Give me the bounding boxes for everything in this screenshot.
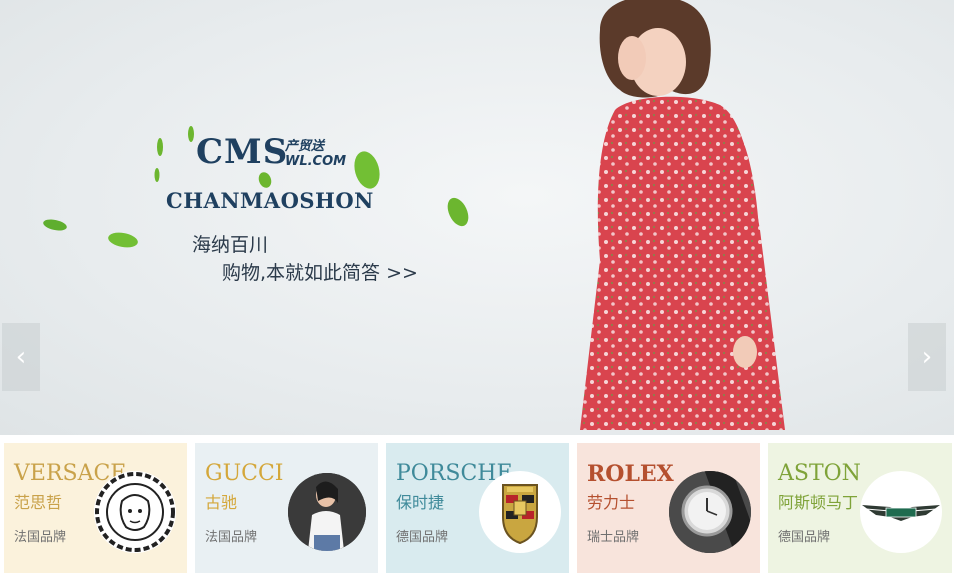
porsche-crest-icon [479,471,561,553]
brand-name-cn: 古驰 [205,493,238,512]
chevron-right-icon: › [921,342,933,372]
next-slide-button[interactable]: › [908,323,946,391]
brand-origin: 德国品牌 [778,530,831,545]
brand-card[interactable]: PORSCHE 保时捷 德国品牌 [386,443,569,573]
brand-card[interactable]: ASTON 阿斯顿马丁 德国品牌 [768,443,952,573]
leaf-decoration [154,168,160,182]
model-photo-icon [288,473,366,551]
brand-name-en: GUCCI [205,461,284,486]
brand-name-cn: 阿斯顿马丁 [778,493,859,512]
brand-card[interactable]: VERSACE 范思哲 法国品牌 [4,443,187,573]
leaf-decoration [447,197,469,227]
leaf-decoration [258,172,272,188]
leaf-decoration [157,138,163,156]
brand-origin: 法国品牌 [14,530,67,545]
brand-name-cn: 劳力士 [587,493,636,512]
brand-origin: 德国品牌 [396,530,449,545]
brand-mark: CMS [196,132,289,172]
medusa-logo-icon [94,471,176,553]
brand-sub: 产贸送 WL.COM [285,139,346,169]
chevron-left-icon: ‹ [15,342,27,372]
brand-sub-domain: WL.COM [285,154,347,169]
brand-name-cn: 保时捷 [396,493,445,512]
brand-card[interactable]: ROLEX 劳力士 瑞士品牌 [577,443,760,573]
prev-slide-button[interactable]: ‹ [2,323,40,391]
slogan-link[interactable]: 购物,本就如此简答 >> [222,258,418,285]
brand-sub-cn: 产贸送 [285,139,325,154]
leaf-decoration [43,219,67,231]
brand-origin: 瑞士品牌 [587,530,640,545]
leaf-decoration [354,151,380,189]
brand-card[interactable]: GUCCI 古驰 法国品牌 [195,443,378,573]
hero-banner[interactable]: CMS 产贸送 WL.COM CHANMAOSHON 海纳百川 购物,本就如此简… [0,0,954,435]
brand-origin: 法国品牌 [205,530,258,545]
brand-name-cn: 范思哲 [14,493,63,512]
aston-martin-wings-icon [860,471,942,553]
brand-strip: VERSACE 范思哲 法国品牌 GUCCI 古驰 法国品牌 PORSCHE 保… [0,443,954,573]
leaf-decoration [108,232,138,248]
brand-name-en: ASTON [778,461,861,486]
watch-photo-icon [669,471,751,553]
slogan-line1: 海纳百川 [192,234,269,256]
brand-name: CHANMAOSHON [166,188,374,213]
brand-name-en: ROLEX [587,461,674,487]
model-photo [580,0,785,431]
